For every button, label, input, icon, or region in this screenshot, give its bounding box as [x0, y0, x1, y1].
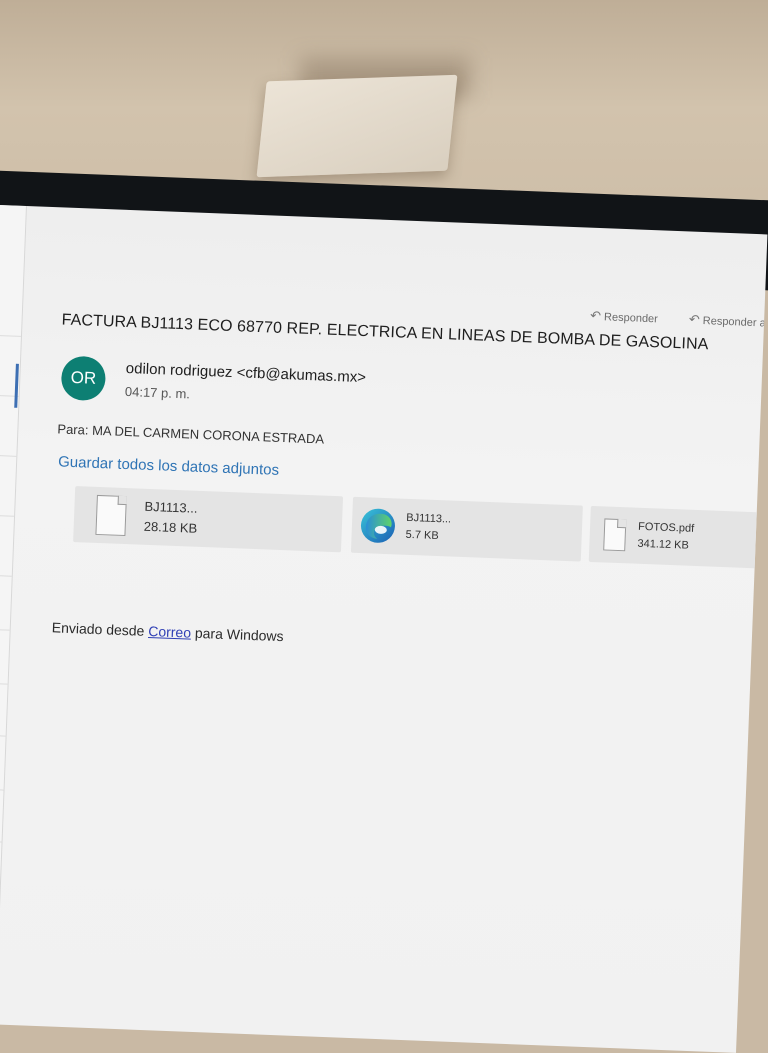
list-divider [0, 840, 2, 843]
ceiling-light-fixture [256, 74, 458, 178]
list-divider [0, 788, 4, 791]
reply-all-button[interactable]: ↶ Responder a t [688, 311, 768, 331]
message-list-edge: 5 5 5 5 6 6 6 6 [0, 205, 27, 1025]
message-actions: ↶ Responder ↶ Responder a t [590, 308, 768, 332]
signature-prefix: Enviado desde [51, 619, 145, 639]
list-divider [0, 734, 6, 737]
email-signature: Enviado desde Correo para Windows [52, 619, 284, 644]
sent-time: 04:17 p. m. [124, 383, 191, 402]
attachment-size: 341.12 KB [637, 537, 690, 552]
list-divider [0, 682, 8, 685]
attachment-name: BJ1113... [144, 498, 198, 516]
list-divider [0, 574, 12, 577]
reply-label: Responder [603, 311, 659, 326]
sender-name[interactable]: odilon rodriguez <cfb@akumas.mx> [125, 360, 366, 386]
attachment-name: FOTOS.pdf [637, 520, 695, 535]
recipient-line: Para: MA DEL CARMEN CORONA ESTRADA [57, 421, 324, 446]
to-recipient[interactable]: MA DEL CARMEN CORONA ESTRADA [92, 423, 325, 447]
attachment-item[interactable]: BJ1113... 5.7 KB [350, 496, 583, 562]
save-all-attachments-link[interactable]: Guardar todos los datos adjuntos [58, 453, 279, 478]
list-divider [0, 334, 21, 337]
mail-reading-pane: 5 5 5 5 6 6 6 6 ↶Responder ↶Responder a … [0, 205, 768, 1053]
reply-all-icon: ↶ [688, 311, 701, 327]
list-divider [0, 454, 17, 457]
avatar: OR [60, 355, 107, 402]
attachment-item[interactable]: FOTOS.pdf 341.12 KB [588, 505, 768, 570]
correo-link[interactable]: Correo [148, 623, 191, 641]
edge-icon [360, 508, 395, 543]
reply-icon: ↶ [589, 307, 602, 324]
list-divider [0, 628, 10, 631]
reply-all-label: Responder a t [702, 315, 768, 330]
file-icon [95, 494, 127, 537]
attachment-size: 5.7 KB [405, 528, 439, 543]
file-icon [603, 518, 627, 552]
attachment-size: 28.18 KB [143, 518, 198, 536]
attachment-item[interactable]: BJ1113... 28.18 KB [73, 486, 344, 553]
to-label: Para: [57, 421, 89, 438]
list-divider [0, 514, 15, 517]
attachment-name: BJ1113... [406, 511, 452, 526]
reply-button[interactable]: ↶ Responder [589, 307, 672, 326]
signature-suffix: para Windows [194, 624, 284, 645]
message-content: ↶ Responder ↶ Responder a t FACTURA BJ1113… [35, 208, 768, 1053]
